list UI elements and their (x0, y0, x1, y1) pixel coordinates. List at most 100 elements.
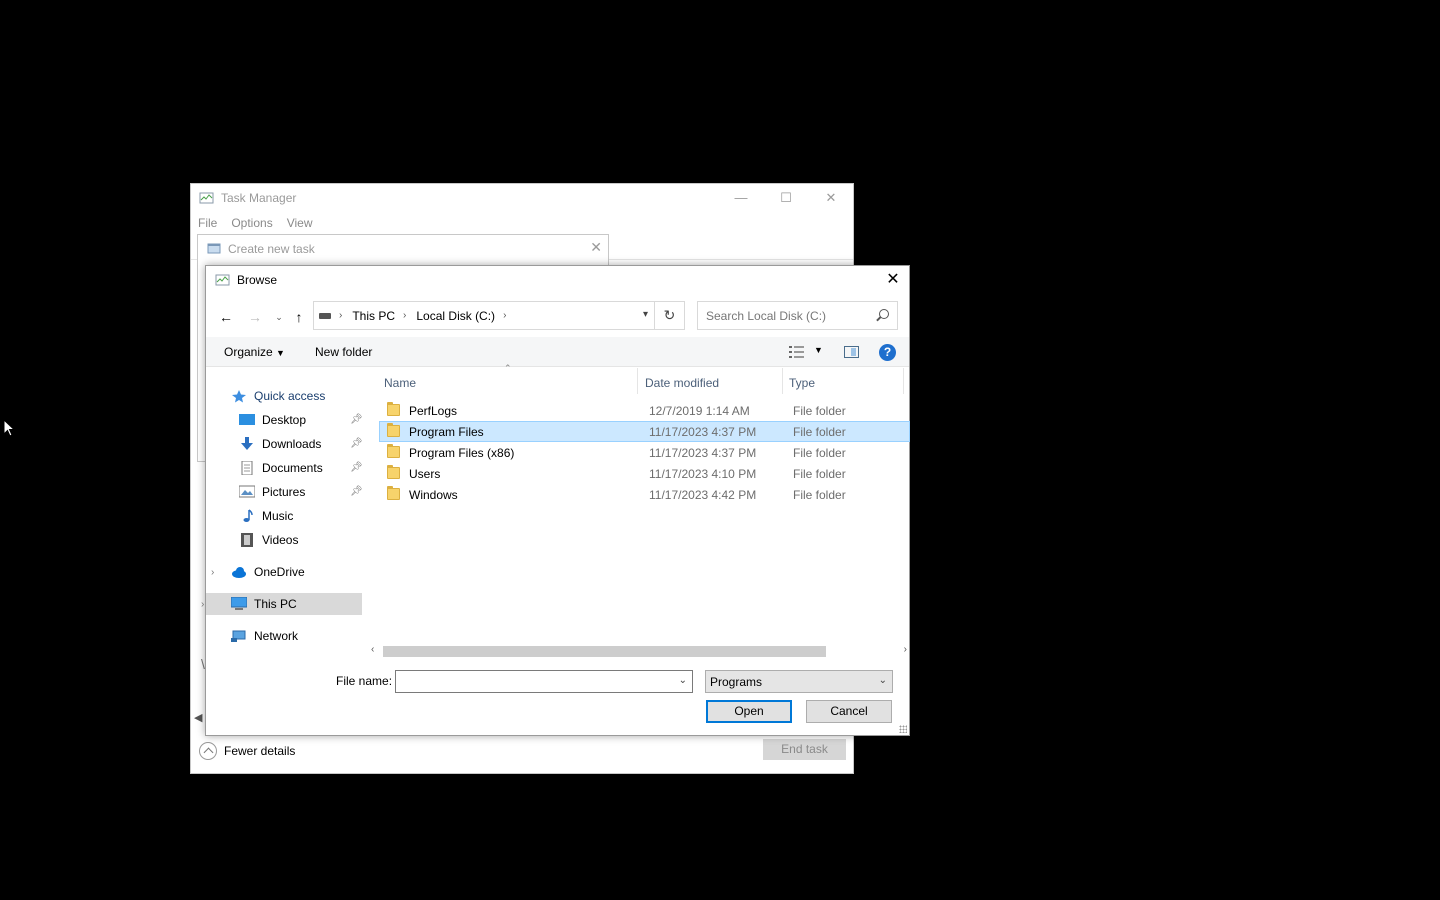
file-row[interactable]: Users 11/17/2023 4:10 PM File folder (379, 463, 910, 484)
end-task-button[interactable]: End task (763, 739, 846, 760)
close-button[interactable]: ✕ (816, 188, 846, 208)
breadcrumb-separator-icon: › (403, 310, 407, 321)
file-name-input[interactable]: ⌄ (395, 670, 693, 693)
cloud-icon (232, 567, 246, 578)
browse-title: Browse (237, 273, 278, 287)
organize-button[interactable]: Organize ▼ (224, 345, 285, 359)
breadcrumb-separator-icon: › (339, 310, 343, 321)
file-name-label: File name: (336, 674, 393, 688)
column-divider[interactable] (903, 368, 904, 394)
create-task-close-icon[interactable]: ✕ (590, 239, 602, 256)
new-folder-button[interactable]: New folder (315, 345, 372, 359)
pin-icon[interactable]: 📌︎ (350, 486, 363, 497)
create-task-title: Create new task (228, 242, 315, 256)
file-date: 11/17/2023 4:37 PM (649, 425, 757, 439)
help-icon[interactable]: ? (879, 344, 896, 361)
back-arrow-icon[interactable]: ← (217, 308, 235, 326)
menu-file[interactable]: File (198, 216, 217, 230)
view-options-icon[interactable] (789, 346, 805, 358)
column-header-type[interactable]: Type (789, 376, 815, 390)
breadcrumb-this-pc[interactable]: This PC (352, 309, 395, 323)
nav-desktop[interactable]: Desktop (239, 409, 306, 431)
organize-label: Organize (224, 345, 273, 359)
file-row[interactable]: Program Files 11/17/2023 4:37 PM File fo… (379, 421, 910, 442)
recent-locations-chevron-icon[interactable]: ⌄ (270, 308, 288, 326)
expand-chevron-icon[interactable]: › (201, 599, 204, 610)
chevron-up-icon (199, 742, 217, 760)
nav-documents-label: Documents (262, 461, 323, 475)
scroll-right-icon[interactable]: › (904, 644, 907, 655)
scrollbar-thumb[interactable] (383, 646, 826, 657)
computer-icon (231, 597, 247, 610)
refresh-icon[interactable]: ↻ (654, 302, 684, 329)
nav-downloads[interactable]: Downloads (239, 433, 321, 455)
drive-icon (319, 312, 331, 319)
nav-videos[interactable]: Videos (239, 529, 298, 551)
search-input[interactable]: Search Local Disk (C:) (697, 301, 898, 330)
horizontal-scrollbar[interactable]: ‹ › (368, 643, 910, 660)
folder-icon (387, 423, 400, 437)
view-caret-icon[interactable]: ▼ (814, 345, 823, 355)
expand-chevron-icon[interactable]: › (211, 567, 214, 578)
file-type: File folder (793, 446, 846, 460)
navigation-pane: Quick access Desktop Downloads Documents… (201, 368, 371, 658)
pin-icon[interactable]: 📌︎ (350, 438, 363, 449)
scroll-left-icon[interactable]: ◀ (194, 711, 202, 724)
folder-icon (387, 444, 400, 458)
nav-network[interactable]: Network (231, 625, 298, 647)
file-row[interactable]: Windows 11/17/2023 4:42 PM File folder (379, 484, 910, 505)
nav-desktop-label: Desktop (262, 413, 307, 427)
address-dropdown-icon[interactable]: ▾ (643, 309, 648, 320)
star-icon (232, 390, 246, 403)
browse-app-icon (215, 274, 230, 286)
pin-icon[interactable]: 📌︎ (350, 414, 363, 425)
file-row[interactable]: Program Files (x86) 11/17/2023 4:37 PM F… (379, 442, 910, 463)
download-icon (241, 437, 253, 450)
nav-pictures[interactable]: Pictures (239, 481, 305, 503)
up-arrow-icon[interactable]: ↑ (290, 308, 308, 326)
cancel-button[interactable]: Cancel (806, 700, 892, 723)
task-manager-titlebar: Task Manager (199, 191, 296, 205)
nav-documents[interactable]: Documents (239, 457, 323, 479)
menu-view[interactable]: View (287, 216, 313, 230)
file-date: 12/7/2019 1:14 AM (649, 404, 750, 418)
music-icon (243, 509, 253, 522)
address-bar[interactable]: › This PC › Local Disk (C:) › ▾ ↻ (313, 301, 685, 330)
column-divider[interactable] (637, 368, 638, 394)
nav-quick-access[interactable]: Quick access (231, 385, 325, 407)
network-icon (231, 630, 246, 642)
nav-onedrive[interactable]: › OneDrive (211, 561, 305, 583)
file-name: Program Files (x86) (409, 446, 515, 460)
nav-this-pc[interactable]: › This PC (201, 593, 362, 615)
maximize-button[interactable]: ☐ (771, 188, 801, 208)
file-type-select[interactable]: Programs ⌄ (705, 670, 893, 693)
file-name: Windows (409, 488, 458, 502)
nav-pictures-label: Pictures (262, 485, 306, 499)
menu-options[interactable]: Options (231, 216, 272, 230)
nav-network-label: Network (254, 629, 299, 643)
resize-grip-icon[interactable] (899, 725, 907, 733)
search-placeholder: Search Local Disk (C:) (706, 309, 827, 323)
column-header-name[interactable]: Name (384, 376, 416, 390)
file-date: 11/17/2023 4:10 PM (649, 467, 757, 481)
file-type: File folder (793, 404, 846, 418)
file-name: PerfLogs (409, 404, 458, 418)
column-header-date[interactable]: Date modified (645, 376, 719, 390)
minimize-button[interactable]: — (726, 188, 756, 208)
open-button[interactable]: Open (706, 700, 792, 723)
pictures-icon (239, 485, 255, 498)
nav-music[interactable]: Music (239, 505, 293, 527)
column-divider[interactable] (782, 368, 783, 394)
scroll-left-icon[interactable]: ‹ (371, 644, 374, 655)
forward-arrow-icon[interactable]: → (246, 308, 264, 326)
chevron-down-icon[interactable]: ⌄ (679, 675, 687, 686)
fewer-details-button[interactable]: Fewer details (199, 742, 295, 760)
command-bar: Organize ▼ New folder ▼ ? (206, 337, 909, 367)
browse-close-icon[interactable]: ✕ (883, 269, 903, 289)
preview-pane-icon[interactable] (844, 346, 859, 358)
breadcrumb-local-disk[interactable]: Local Disk (C:) (416, 309, 495, 323)
file-row[interactable]: PerfLogs 12/7/2019 1:14 AM File folder (379, 400, 910, 421)
file-type-value: Programs (710, 675, 763, 689)
videos-icon (241, 533, 253, 547)
pin-icon[interactable]: 📌︎ (350, 462, 363, 473)
